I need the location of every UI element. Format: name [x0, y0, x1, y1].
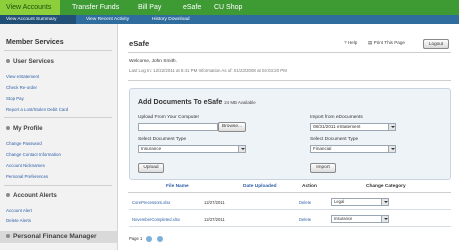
import-label: Import from eDocuments — [310, 115, 363, 120]
tab-esafe[interactable]: eSafe — [183, 0, 209, 15]
sidebar-link-delete-alerts[interactable]: Delete Alerts — [6, 218, 31, 223]
tab-transfer-funds[interactable]: Transfer Funds — [72, 0, 132, 15]
page-label: Page — [129, 236, 139, 242]
sub-nav: View Account Summary View Recent Activit… — [0, 15, 459, 24]
date-uploaded: 12/27/2011 — [204, 217, 225, 222]
doc-type-label-right: Select Document Type — [310, 137, 359, 142]
sidebar-link-view-estatement[interactable]: View eStatement — [6, 74, 39, 79]
file-name-link[interactable]: CorePrecessors.xlsx — [132, 200, 170, 205]
sidebar-link-change-contact[interactable]: Change Contact Information — [6, 152, 61, 157]
tab-bill-pay[interactable]: Bill Pay — [138, 0, 174, 15]
help-link[interactable]: ? Help — [344, 40, 357, 45]
divider — [128, 80, 451, 81]
table-row: NovemberCompleted.xlsx 12/27/2011 Delete… — [129, 213, 451, 227]
sidebar-link-check-reorder[interactable]: Check Re-order — [6, 85, 37, 90]
column-header-file-name[interactable]: File Name — [166, 184, 189, 189]
date-uploaded: 12/27/2011 — [204, 200, 225, 205]
tab-view-accounts[interactable]: View Accounts — [0, 0, 60, 15]
chevron-down-icon — [238, 146, 245, 152]
file-name-link[interactable]: NovemberCompleted.xlsx — [132, 217, 180, 222]
add-documents-title: Add Documents To eSafe 24 MB Available — [138, 99, 256, 106]
sidebar-heading-my-profile: My Profile — [6, 125, 43, 132]
previous-page-icon[interactable] — [146, 236, 153, 242]
bullet-icon — [6, 59, 10, 64]
print-link[interactable]: ▤ Print This Page — [368, 40, 405, 46]
chevron-down-icon — [388, 124, 395, 130]
page-title: eSafe — [129, 39, 150, 48]
sidebar-title: Member Services — [6, 39, 64, 46]
chevron-down-icon — [381, 216, 388, 222]
sidebar-heading-account-alerts: Account Alerts — [6, 192, 57, 199]
sidebar-link-account-nicknames[interactable]: Account Nicknames — [6, 163, 45, 168]
sidebar-link-report-lost-card[interactable]: Report a Lost/Stolen Debit Card — [6, 107, 68, 112]
last-login-text: Last Log In: 12/22/2011 at 5:41 PM Infor… — [129, 68, 287, 73]
browse-button[interactable]: Browse... — [218, 122, 246, 132]
category-select[interactable]: Insurance — [331, 215, 389, 223]
top-nav: View Accounts Transfer Funds Bill Pay eS… — [0, 0, 459, 15]
sidebar-link-stop-pay[interactable]: Stop Pay — [6, 96, 24, 101]
delete-link[interactable]: Delete — [299, 217, 311, 222]
welcome-text: Welcome, John Smith. — [129, 59, 177, 64]
subnav-history-download[interactable]: History Download — [152, 15, 202, 24]
column-header-date-uploaded[interactable]: Date Uploaded — [243, 184, 277, 189]
next-page-icon[interactable] — [156, 236, 163, 242]
bullet-icon — [6, 126, 10, 131]
sidebar-link-personal-preferences[interactable]: Personal Preferences — [6, 174, 48, 179]
sidebar-heading-user-services: User Services — [6, 58, 54, 65]
doc-type-select-right[interactable]: Financial — [310, 145, 396, 153]
pager: Page 1 — [129, 236, 163, 242]
bullet-icon — [6, 193, 10, 198]
column-header-change-category: Change Category — [366, 184, 406, 189]
bullet-icon — [6, 234, 10, 239]
column-header-action: Action — [302, 184, 317, 189]
sidebar-link-change-password[interactable]: Change Password — [6, 141, 42, 146]
divider — [4, 185, 112, 186]
upload-file-input[interactable] — [138, 123, 218, 131]
available-space: 24 MB Available — [224, 100, 256, 105]
delete-link[interactable]: Delete — [299, 200, 311, 205]
page-number: 1 — [139, 236, 143, 242]
divider — [4, 117, 112, 118]
print-icon: ▤ — [368, 40, 373, 45]
divider — [128, 52, 451, 53]
help-icon: ? — [344, 40, 347, 45]
upload-button[interactable]: Upload — [138, 163, 164, 173]
sidebar-heading-personal-finance-manager[interactable]: Personal Finance Manager — [6, 233, 97, 240]
category-select[interactable]: Legal — [331, 198, 389, 206]
logout-button[interactable]: Logout — [423, 39, 449, 49]
doc-type-label-left: Select Document Type — [138, 137, 187, 142]
sidebar-link-account-alert[interactable]: Account Alert — [6, 208, 32, 213]
import-button[interactable]: Import — [310, 163, 336, 173]
divider — [128, 192, 451, 193]
subnav-view-recent-activity[interactable]: View Recent Activity — [86, 15, 144, 24]
subnav-view-account-summary[interactable]: View Account Summary — [0, 15, 76, 24]
chevron-down-icon — [388, 146, 395, 152]
divider — [4, 50, 112, 51]
table-row: CorePrecessors.xlsx 12/27/2011 Delete Le… — [129, 196, 451, 210]
sidebar: Member Services User Services View eStat… — [0, 24, 118, 250]
import-select[interactable]: 08/31/2011 eStatement — [310, 123, 396, 131]
tab-cu-shop[interactable]: CU Shop — [214, 0, 254, 15]
chevron-down-icon — [381, 199, 388, 205]
add-documents-panel: Add Documents To eSafe 24 MB Available U… — [129, 88, 451, 180]
doc-type-select-left[interactable]: Insurance — [138, 145, 246, 153]
upload-label: Upload From Your Computer — [138, 115, 200, 120]
